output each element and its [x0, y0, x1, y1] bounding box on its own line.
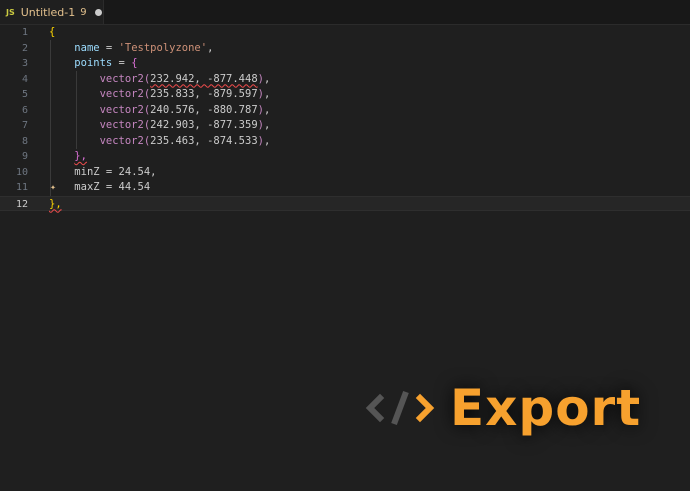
function-token: vector2 — [99, 119, 144, 131]
code-text: maxZ = 44.54 — [49, 180, 150, 196]
tab-bar: JS Untitled-1 9 — [0, 0, 690, 25]
code-brackets-icon — [364, 388, 436, 428]
string-token: 'Testpolyzone' — [118, 41, 208, 54]
brace-token: }, — [49, 197, 62, 210]
function-token: vector2 — [99, 88, 144, 100]
code-line[interactable]: 5 vector2(235.833, -879.597), — [0, 87, 690, 103]
export-watermark: Export — [364, 378, 641, 438]
name-key-token: name — [74, 41, 100, 54]
line-number: 7 — [21, 120, 28, 131]
comma-token: , — [263, 134, 271, 147]
operator-token: = — [112, 57, 132, 69]
line-number: 12 — [15, 198, 28, 210]
line-number: 2 — [21, 42, 28, 54]
code-text: minZ = 24.54, — [49, 165, 156, 181]
code-text: points = { — [49, 56, 138, 72]
line-number: 10 — [15, 166, 28, 178]
code-line[interactable]: 9 }, — [0, 149, 690, 165]
code-line[interactable]: 4 vector2(232.942, -877.448), — [0, 72, 690, 88]
comma-token: , — [263, 88, 271, 100]
brace-token: { — [131, 57, 138, 69]
args-token: 232.942, -877.448 — [150, 72, 258, 85]
code-line[interactable]: 11 ✦ maxZ = 44.54 — [0, 180, 690, 196]
code-line[interactable]: 6 vector2(240.576, -880.787), — [0, 103, 690, 119]
line-number: 5 — [21, 89, 28, 100]
javascript-file-icon: JS — [6, 7, 15, 17]
line-number: 11 — [15, 182, 28, 193]
code-text: }, — [49, 197, 62, 213]
line-number: 6 — [21, 104, 28, 116]
minz-token: minZ = 24.54, — [74, 165, 157, 178]
comma-token: , — [263, 119, 271, 131]
line-number: 8 — [21, 135, 28, 147]
code-text: vector2(235.833, -879.597), — [49, 87, 271, 103]
comma-token: , — [263, 103, 271, 116]
code-text: vector2(242.903, -877.359), — [49, 118, 271, 134]
code-text: }, — [49, 149, 87, 165]
code-line[interactable]: 10 minZ = 24.54, — [0, 165, 690, 181]
code-text: { — [49, 25, 55, 41]
comma-token: , — [207, 41, 214, 54]
code-text: vector2(240.576, -880.787), — [49, 103, 271, 119]
code-line[interactable]: 1 { — [0, 25, 690, 41]
line-number: 3 — [21, 58, 28, 69]
tab-title: Untitled-1 — [20, 5, 76, 19]
code-text: vector2(235.463, -874.533), — [49, 134, 271, 150]
code-text: vector2(232.942, -877.448), — [49, 72, 271, 88]
editor-window: JS Untitled-1 9 1 { 2 name = 'Testpolyzo… — [0, 0, 690, 491]
args-token: 242.903, -877.359 — [150, 119, 258, 131]
brace-token: { — [49, 26, 56, 38]
line-number: 4 — [21, 73, 28, 85]
line-number: 1 — [21, 27, 28, 38]
maxz-token: maxZ = 44.54 — [74, 181, 151, 193]
args-token: 235.463, -874.533 — [150, 134, 258, 147]
code-line-current[interactable]: 12 }, — [0, 195, 690, 213]
function-token: vector2 — [99, 72, 144, 85]
code-line[interactable]: 2 name = 'Testpolyzone', — [0, 41, 690, 57]
export-label: Export — [450, 379, 642, 437]
line-number: 9 — [21, 151, 28, 162]
args-token: 235.833, -879.597 — [150, 88, 258, 100]
code-line[interactable]: 3 points = { — [0, 56, 690, 72]
code-line[interactable]: 8 vector2(235.463, -874.533), — [0, 134, 690, 150]
unsaved-dot-icon[interactable] — [94, 8, 102, 16]
problem-count-badge: 9 — [80, 6, 87, 18]
operator-token: = — [99, 41, 119, 54]
args-token: 240.576, -880.787 — [150, 103, 258, 116]
function-token: vector2 — [99, 134, 144, 147]
code-line[interactable]: 7 vector2(242.903, -877.359), — [0, 118, 690, 134]
comma-token: , — [263, 72, 271, 85]
code-text: name = 'Testpolyzone', — [49, 41, 213, 57]
points-key-token: points — [74, 57, 113, 69]
brace-token: }, — [74, 150, 87, 162]
tab-untitled-1[interactable]: JS Untitled-1 9 — [0, 0, 104, 24]
function-token: vector2 — [99, 103, 144, 116]
